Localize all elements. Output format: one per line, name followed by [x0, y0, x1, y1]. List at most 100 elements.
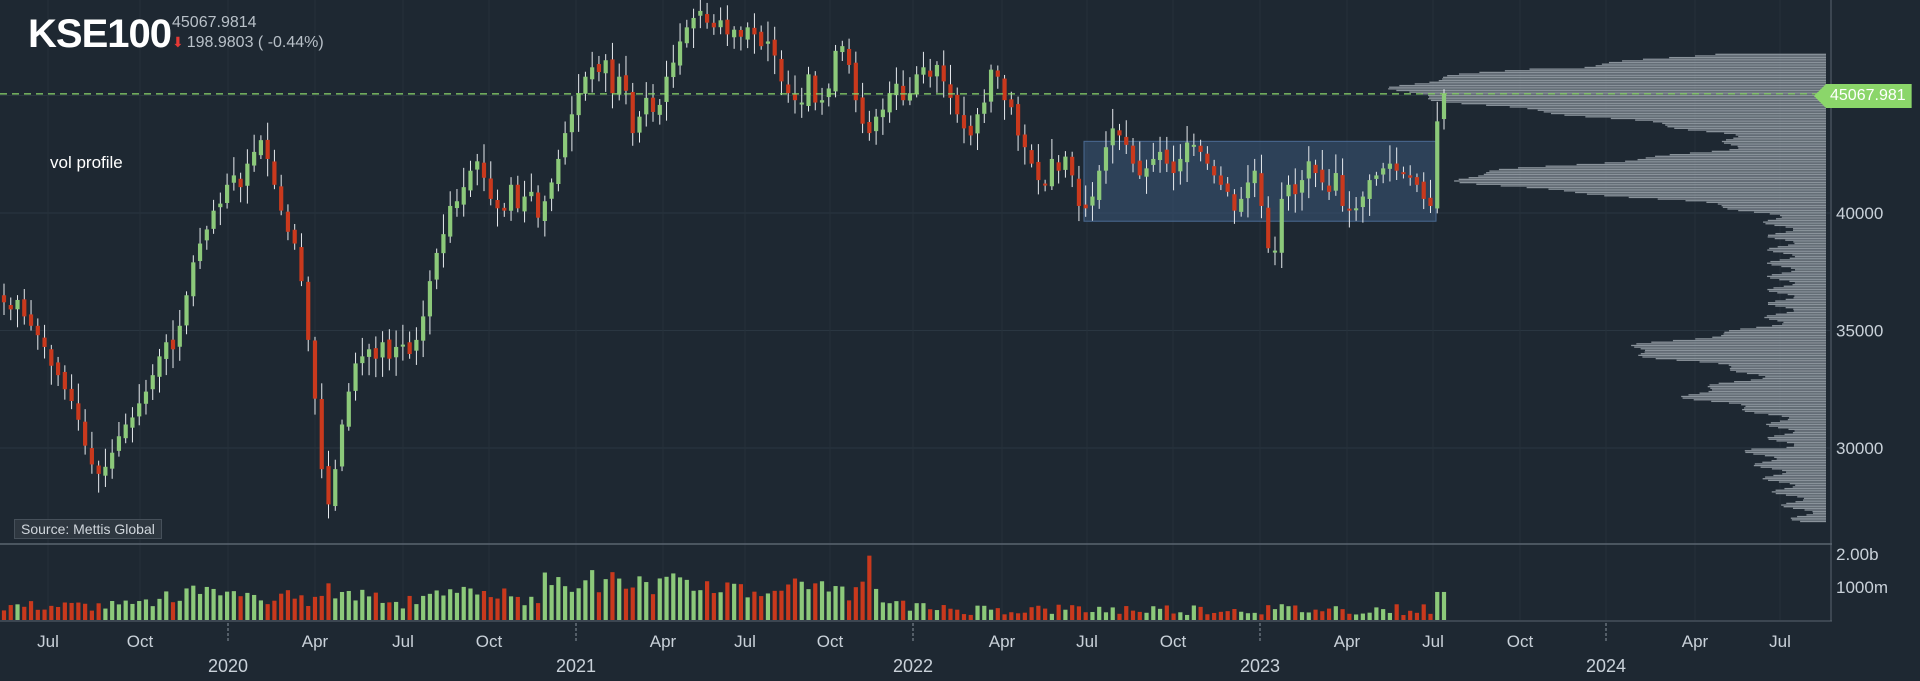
volume-bar: [502, 588, 507, 620]
volume-bar: [1212, 612, 1217, 620]
volume-profile-bar: [1518, 167, 1826, 169]
volume-profile-bar: [1730, 144, 1826, 146]
volume-profile-bar: [1771, 491, 1826, 493]
volume-profile-bar: [1389, 86, 1826, 88]
candle-body: [461, 187, 466, 205]
month-tick-label: Oct: [127, 632, 154, 651]
candle-body: [292, 229, 297, 244]
candle-body: [1103, 147, 1109, 171]
volume-bar: [454, 592, 460, 620]
candle-body: [204, 229, 209, 241]
volume-profile-bar: [1753, 453, 1826, 455]
volume-profile-bar: [1767, 302, 1826, 304]
candle-body: [414, 339, 419, 351]
volume-bar: [258, 600, 263, 620]
candle-body: [833, 50, 838, 92]
volume-bar: [853, 587, 858, 620]
volume-bar: [610, 572, 615, 620]
volume-profile-bar: [1767, 219, 1826, 222]
candle-body: [319, 398, 324, 470]
volume-profile-bar: [1785, 239, 1826, 241]
candle-body: [596, 64, 602, 72]
month-tick-label: Oct: [1507, 632, 1534, 651]
volume-bar: [772, 590, 777, 620]
volume-profile-bar: [1793, 241, 1826, 243]
volume-profile-bar: [1564, 114, 1826, 116]
candle-body: [326, 466, 331, 505]
candle-body: [779, 58, 784, 82]
volume-bar: [529, 596, 534, 620]
volume-bar: [569, 591, 574, 620]
candle-body: [819, 100, 825, 103]
volume-profile-bar: [1794, 443, 1826, 445]
candle-body: [299, 247, 304, 282]
volume-bar: [164, 591, 169, 620]
volume-profile-bar: [1576, 163, 1826, 166]
candle-body: [475, 161, 480, 170]
volume-bar: [481, 590, 487, 620]
volume-bar: [508, 596, 514, 620]
volume-profile-bar: [1708, 390, 1826, 393]
candle-body: [522, 196, 527, 212]
volume-profile-bar: [1786, 471, 1826, 473]
volume-profile-bar: [1775, 232, 1826, 235]
candle-body: [1076, 178, 1082, 206]
volume-bar: [1441, 591, 1447, 620]
volume-profile-bar: [1778, 427, 1826, 429]
volume-profile-bar: [1486, 104, 1826, 106]
candle-body: [1198, 145, 1203, 152]
year-tick-label: 2021: [556, 656, 596, 676]
volume-bar: [596, 592, 602, 620]
candle-body: [211, 210, 216, 229]
volume-profile-bar: [1681, 395, 1826, 398]
candle-body: [556, 158, 561, 185]
candle-body: [116, 436, 122, 451]
candle-body: [1340, 175, 1345, 206]
volume-profile-bar: [1777, 246, 1826, 248]
volume-profile-bar: [1563, 190, 1826, 192]
candle-body: [55, 362, 61, 376]
candle-body: [394, 346, 399, 358]
volume-bar: [1117, 613, 1122, 620]
volume-profile-bar: [1674, 127, 1826, 129]
candle-body: [69, 388, 74, 401]
volume-profile-bar: [1767, 249, 1826, 251]
candle-body: [948, 84, 953, 98]
volume-profile-bar: [1767, 236, 1826, 238]
volume-profile-bar: [1767, 262, 1826, 264]
candle-body: [1306, 161, 1311, 179]
volume-bar: [448, 589, 453, 620]
volume-profile-bar: [1723, 333, 1826, 335]
candle-body: [799, 102, 804, 105]
volume-bar: [806, 589, 811, 620]
candle-body: [366, 349, 372, 357]
volume-profile-bar: [1789, 483, 1826, 485]
volume-bar: [1198, 606, 1203, 620]
candle-body: [1293, 184, 1298, 195]
candle-body: [1435, 121, 1440, 209]
volume-profile-bar: [1689, 152, 1826, 154]
candle-body: [191, 262, 196, 297]
volume-bar: [982, 605, 987, 620]
volume-bar: [1347, 613, 1352, 620]
volume-profile-bar: [1652, 121, 1826, 123]
candle-body: [968, 125, 973, 136]
candle-body: [1333, 173, 1338, 191]
volume-profile-bar: [1733, 137, 1826, 139]
volume-profile-bar: [1758, 374, 1826, 376]
volume-profile-bar: [1709, 384, 1826, 386]
candle-body: [961, 115, 967, 129]
volume-profile-bar: [1729, 330, 1826, 332]
candle-body: [725, 19, 730, 35]
volume-bar: [1185, 614, 1190, 620]
volume-bar: [1, 610, 7, 620]
volume-profile-bar: [1585, 116, 1826, 118]
volume-profile-bar: [1768, 479, 1826, 482]
volume-profile-bar: [1760, 466, 1826, 468]
candle-body: [1185, 142, 1190, 163]
candle-body: [380, 342, 385, 358]
volume-bar: [955, 609, 960, 620]
volume-bar: [948, 608, 953, 620]
volume-bar: [637, 576, 642, 620]
volume-bar: [725, 582, 730, 620]
